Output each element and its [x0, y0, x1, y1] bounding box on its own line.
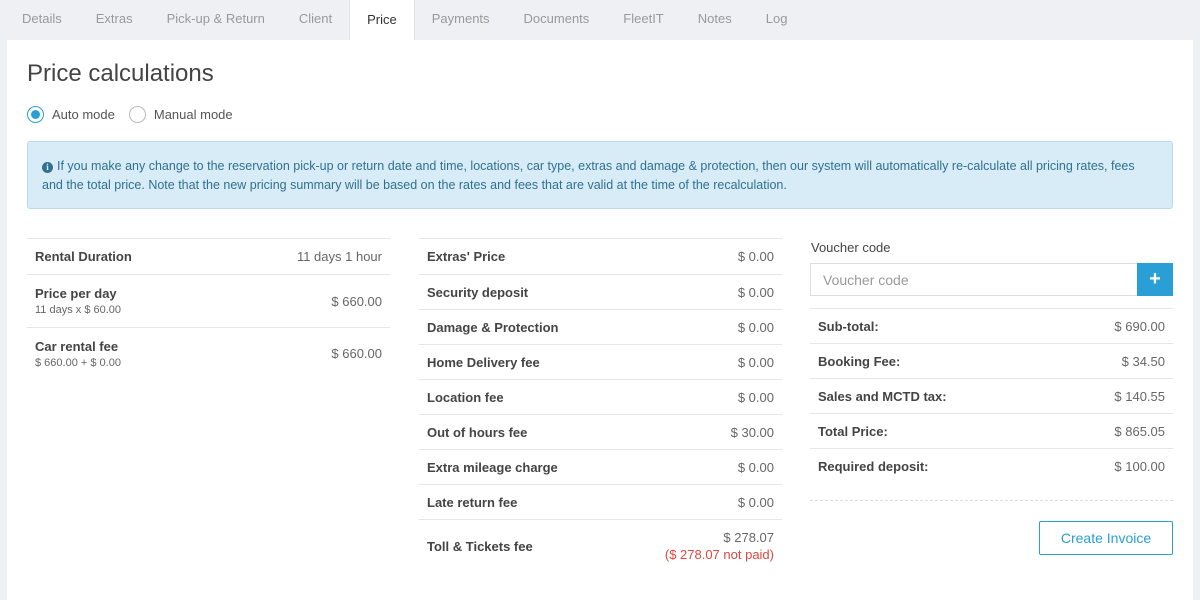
table-row: Toll & Tickets fee $ 278.07 ($ 278.07 no…: [419, 519, 782, 573]
total-price-value: $ 865.05: [1058, 413, 1173, 449]
car-rental-fee-detail: $ 660.00 + $ 0.00: [35, 356, 121, 369]
sales-tax-label: Sales and MCTD tax:: [810, 378, 1059, 414]
tab-payments[interactable]: Payments: [415, 0, 507, 40]
tab-client[interactable]: Client: [282, 0, 349, 40]
late-return-value: $ 0.00: [615, 484, 782, 520]
price-per-day-cell: Price per day 11 days x $ 60.00: [27, 274, 219, 328]
summary-table: Sub-total: $ 690.00 Booking Fee: $ 34.50…: [810, 308, 1173, 484]
auto-mode-label: Auto mode: [52, 107, 115, 122]
required-deposit-value: $ 100.00: [1058, 448, 1173, 484]
summary-divider: [810, 500, 1173, 501]
home-delivery-label: Home Delivery fee: [419, 344, 616, 380]
out-of-hours-value: $ 30.00: [615, 414, 782, 450]
table-row: Home Delivery fee $ 0.00: [419, 344, 782, 380]
table-row: Price per day 11 days x $ 60.00 $ 660.00: [27, 274, 390, 328]
tab-documents[interactable]: Documents: [507, 0, 607, 40]
toll-tickets-value: $ 278.07: [723, 530, 774, 546]
subtotal-label: Sub-total:: [810, 308, 1059, 344]
table-row: Total Price: $ 865.05: [810, 413, 1173, 449]
home-delivery-value: $ 0.00: [615, 344, 782, 380]
table-row: Car rental fee $ 660.00 + $ 0.00 $ 660.0…: [27, 327, 390, 380]
tab-price[interactable]: Price: [349, 0, 415, 40]
table-row: Out of hours fee $ 30.00: [419, 414, 782, 450]
manual-mode-label: Manual mode: [153, 107, 233, 122]
table-row: Sales and MCTD tax: $ 140.55: [810, 378, 1173, 414]
extras-price-label: Extras' Price: [419, 238, 616, 275]
rental-table: Rental Duration 11 days 1 hour Price per…: [27, 238, 390, 380]
add-voucher-button[interactable]: +: [1137, 263, 1173, 296]
radio-checked-icon: [27, 106, 44, 123]
damage-protection-value: $ 0.00: [615, 309, 782, 345]
tab-pickup-return[interactable]: Pick-up & Return: [150, 0, 282, 40]
page-title: Price calculations: [27, 60, 214, 87]
toll-tickets-cell: $ 278.07 ($ 278.07 not paid): [615, 519, 782, 573]
security-deposit-label: Security deposit: [419, 274, 616, 310]
rental-duration-value: 11 days 1 hour: [218, 238, 390, 275]
table-row: Booking Fee: $ 34.50: [810, 343, 1173, 379]
rental-duration-label: Rental Duration: [27, 238, 219, 275]
table-row: Rental Duration 11 days 1 hour: [27, 238, 390, 275]
create-invoice-button[interactable]: Create Invoice: [1039, 521, 1173, 555]
booking-fee-value: $ 34.50: [1058, 343, 1173, 379]
fees-table: Extras' Price $ 0.00 Security deposit $ …: [419, 238, 782, 573]
out-of-hours-label: Out of hours fee: [419, 414, 616, 450]
table-row: Extra mileage charge $ 0.00: [419, 449, 782, 485]
table-row: Security deposit $ 0.00: [419, 274, 782, 310]
table-row: Damage & Protection $ 0.00: [419, 309, 782, 345]
tab-extras[interactable]: Extras: [79, 0, 150, 40]
price-panel: Price calculations Auto mode Manual mode…: [7, 40, 1193, 600]
recalculation-info-alert: i If you make any change to the reservati…: [27, 141, 1173, 209]
voucher-code-input[interactable]: [810, 263, 1137, 296]
total-price-label: Total Price:: [810, 413, 1059, 449]
mode-selector: Auto mode Manual mode: [27, 106, 247, 123]
extra-mileage-value: $ 0.00: [615, 449, 782, 485]
auto-mode-radio[interactable]: Auto mode: [27, 106, 115, 123]
radio-unchecked-icon: [128, 106, 146, 123]
tab-bar: Details Extras Pick-up & Return Client P…: [0, 0, 1200, 40]
late-return-label: Late return fee: [419, 484, 616, 520]
sales-tax-value: $ 140.55: [1058, 378, 1173, 414]
table-row: Location fee $ 0.00: [419, 379, 782, 415]
tab-notes[interactable]: Notes: [681, 0, 749, 40]
security-deposit-value: $ 0.00: [615, 274, 782, 310]
manual-mode-radio[interactable]: Manual mode: [128, 106, 233, 123]
price-per-day-label: Price per day: [35, 286, 117, 301]
voucher-input-group: +: [810, 263, 1173, 296]
car-rental-fee-cell: Car rental fee $ 660.00 + $ 0.00: [27, 327, 219, 380]
required-deposit-label: Required deposit:: [810, 448, 1059, 484]
price-per-day-detail: 11 days x $ 60.00: [35, 304, 122, 316]
tab-log[interactable]: Log: [749, 0, 805, 40]
info-circle-icon: i: [42, 162, 53, 173]
extra-mileage-label: Extra mileage charge: [419, 449, 616, 485]
subtotal-value: $ 690.00: [1058, 308, 1173, 344]
car-rental-fee-value: $ 660.00: [218, 327, 390, 380]
tab-fleetit[interactable]: FleetIT: [606, 0, 680, 40]
table-row: Extras' Price $ 0.00: [419, 238, 782, 275]
table-row: Sub-total: $ 690.00: [810, 308, 1173, 344]
toll-tickets-label: Toll & Tickets fee: [419, 519, 616, 573]
table-row: Late return fee $ 0.00: [419, 484, 782, 520]
location-fee-label: Location fee: [419, 379, 616, 415]
tab-details[interactable]: Details: [5, 0, 79, 40]
price-per-day-value: $ 660.00: [218, 274, 390, 328]
location-fee-value: $ 0.00: [615, 379, 782, 415]
booking-fee-label: Booking Fee:: [810, 343, 1059, 379]
damage-protection-label: Damage & Protection: [419, 309, 616, 345]
table-row: Required deposit: $ 100.00: [810, 448, 1173, 484]
alert-text: If you make any change to the reservatio…: [42, 159, 1135, 192]
voucher-code-label: Voucher code: [811, 240, 891, 255]
toll-tickets-unpaid: ($ 278.07 not paid): [664, 547, 774, 563]
extras-price-value: $ 0.00: [615, 238, 782, 275]
car-rental-fee-label: Car rental fee: [35, 338, 119, 354]
